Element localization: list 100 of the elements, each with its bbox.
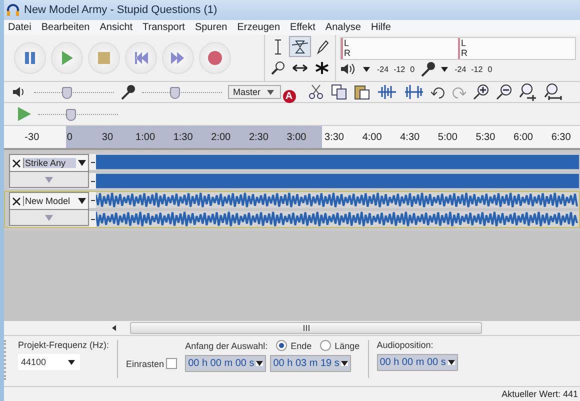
time-label: 3:30 xyxy=(324,132,345,142)
field-label: Projekt-Frequenz (Hz): xyxy=(18,340,110,350)
time-label: 6:30 xyxy=(550,132,572,142)
input-volume-slider[interactable] xyxy=(142,85,222,99)
time-label: 0 xyxy=(66,132,74,142)
menu-item[interactable]: Hilfe xyxy=(370,22,391,33)
time-field[interactable]: 00 h 00 m 00 s xyxy=(185,355,266,372)
snap-checkbox[interactable] xyxy=(166,358,178,369)
caret-icon[interactable] xyxy=(78,160,86,166)
microphone-icon xyxy=(120,84,136,100)
play-icon xyxy=(59,50,75,66)
time-label: 2:30 xyxy=(248,132,270,142)
scale-label: -12 xyxy=(471,64,483,74)
envelope-icon xyxy=(291,38,309,54)
scale-label: -24 xyxy=(377,64,389,74)
menu-item[interactable]: Effekt xyxy=(290,22,316,33)
menu-item[interactable]: Erzeugen xyxy=(237,22,280,33)
microphone-icon xyxy=(420,61,436,78)
project-rate-dropdown[interactable]: 44100 xyxy=(18,354,80,370)
caret-icon xyxy=(68,360,75,364)
copy-icon xyxy=(330,84,347,100)
snap-label: Einrasten xyxy=(126,358,164,368)
radio-button[interactable] xyxy=(276,340,287,351)
output-volume-slider[interactable] xyxy=(34,85,114,99)
field-label: Anfang der Auswahl: xyxy=(185,340,268,350)
close-icon[interactable] xyxy=(12,158,21,168)
time-label: 1:30 xyxy=(172,132,194,142)
track-name-dropdown[interactable]: Strike Any xyxy=(23,158,76,168)
skip-start-icon xyxy=(133,50,149,66)
menu-item[interactable]: Analyse xyxy=(325,22,361,33)
undo-icon xyxy=(430,85,445,99)
time-label: 1:00 xyxy=(134,132,156,142)
caret-icon xyxy=(266,90,274,94)
zoom-in-button[interactable] xyxy=(470,83,491,101)
channel-label: L xyxy=(344,38,350,48)
i-beam-icon xyxy=(272,38,284,54)
fit-project-button[interactable] xyxy=(542,83,564,101)
scale-label: -12 xyxy=(394,64,406,74)
playback-speed-slider[interactable] xyxy=(38,107,118,121)
channel-label: R xyxy=(344,48,352,58)
caret-icon[interactable] xyxy=(440,66,448,72)
radio-button[interactable] xyxy=(320,340,331,351)
time-label: 4:30 xyxy=(399,132,421,142)
double-arrow-icon xyxy=(292,62,308,72)
play-button[interactable] xyxy=(51,42,83,74)
skip-end-button[interactable] xyxy=(162,42,194,74)
caret-icon[interactable] xyxy=(363,66,370,72)
field-label: Audioposition: xyxy=(376,340,434,350)
skip-end-icon xyxy=(170,50,186,66)
record-icon xyxy=(207,50,223,66)
headphones-icon xyxy=(6,3,20,17)
copy-button[interactable] xyxy=(328,83,349,101)
time-label: 3:00 xyxy=(286,132,308,142)
menu-item[interactable]: Transport xyxy=(142,22,185,33)
waveform-icon xyxy=(404,84,424,100)
scale-label: 0 xyxy=(488,64,492,74)
menu-item[interactable]: Spuren xyxy=(194,22,228,33)
scale-label: 0 xyxy=(410,64,415,74)
channel-label: R xyxy=(461,48,468,58)
callout-badge: A xyxy=(282,90,296,102)
caret-icon[interactable] xyxy=(78,198,86,204)
time-label: 2:00 xyxy=(210,132,232,142)
play-icon xyxy=(16,106,32,122)
scroll-left-icon[interactable] xyxy=(112,325,116,331)
time-label: 5:00 xyxy=(436,132,458,142)
input-source-dropdown[interactable]: Master xyxy=(228,85,281,99)
time-field[interactable]: 00 h 00 m 00 s xyxy=(376,354,458,371)
grip-icon xyxy=(302,325,310,331)
time-label: 4:00 xyxy=(361,132,383,142)
window-title: New Model Army - Stupid Questions (1) xyxy=(24,4,218,16)
caret-icon xyxy=(256,361,264,366)
waveform-icon xyxy=(376,84,397,100)
pencil-icon xyxy=(315,38,329,54)
menu-item[interactable]: Ansicht xyxy=(100,22,133,33)
channel-label: L xyxy=(461,38,468,48)
envelope-tool-button[interactable] xyxy=(289,36,311,57)
zoom-out-icon xyxy=(496,84,512,100)
radio-label: Ende xyxy=(290,340,312,350)
pause-button[interactable] xyxy=(14,42,46,74)
zoom-in-icon xyxy=(472,84,489,100)
menu-item[interactable]: Datei xyxy=(8,22,32,33)
radio-label: Länge xyxy=(334,340,360,350)
redo-icon xyxy=(452,85,466,99)
time-label: 30 xyxy=(100,132,114,142)
scroll-thumb[interactable] xyxy=(130,322,482,334)
scale-label: -24 xyxy=(454,64,466,74)
time-field[interactable]: 00 h 03 m 19 s xyxy=(270,355,352,372)
timeline-ruler[interactable]: -30 0 30 1:00 1:30 2:00 2:30 3:00 3:30 4:00 4:30 5:00 5:30 6:00 6:30 xyxy=(4,126,580,150)
menu-item[interactable]: Bearbeiten xyxy=(41,22,90,33)
magnifier-icon xyxy=(518,83,537,101)
close-icon[interactable] xyxy=(12,196,21,206)
paste-button[interactable] xyxy=(352,83,372,101)
record-button[interactable] xyxy=(199,42,231,74)
caret-icon xyxy=(341,361,348,366)
magnifier-icon xyxy=(271,60,285,74)
skip-start-button[interactable] xyxy=(125,42,157,74)
caret-icon xyxy=(448,360,455,365)
pause-icon xyxy=(22,50,38,66)
zoom-out-button[interactable] xyxy=(494,83,514,101)
fit-selection-button[interactable] xyxy=(516,83,539,101)
